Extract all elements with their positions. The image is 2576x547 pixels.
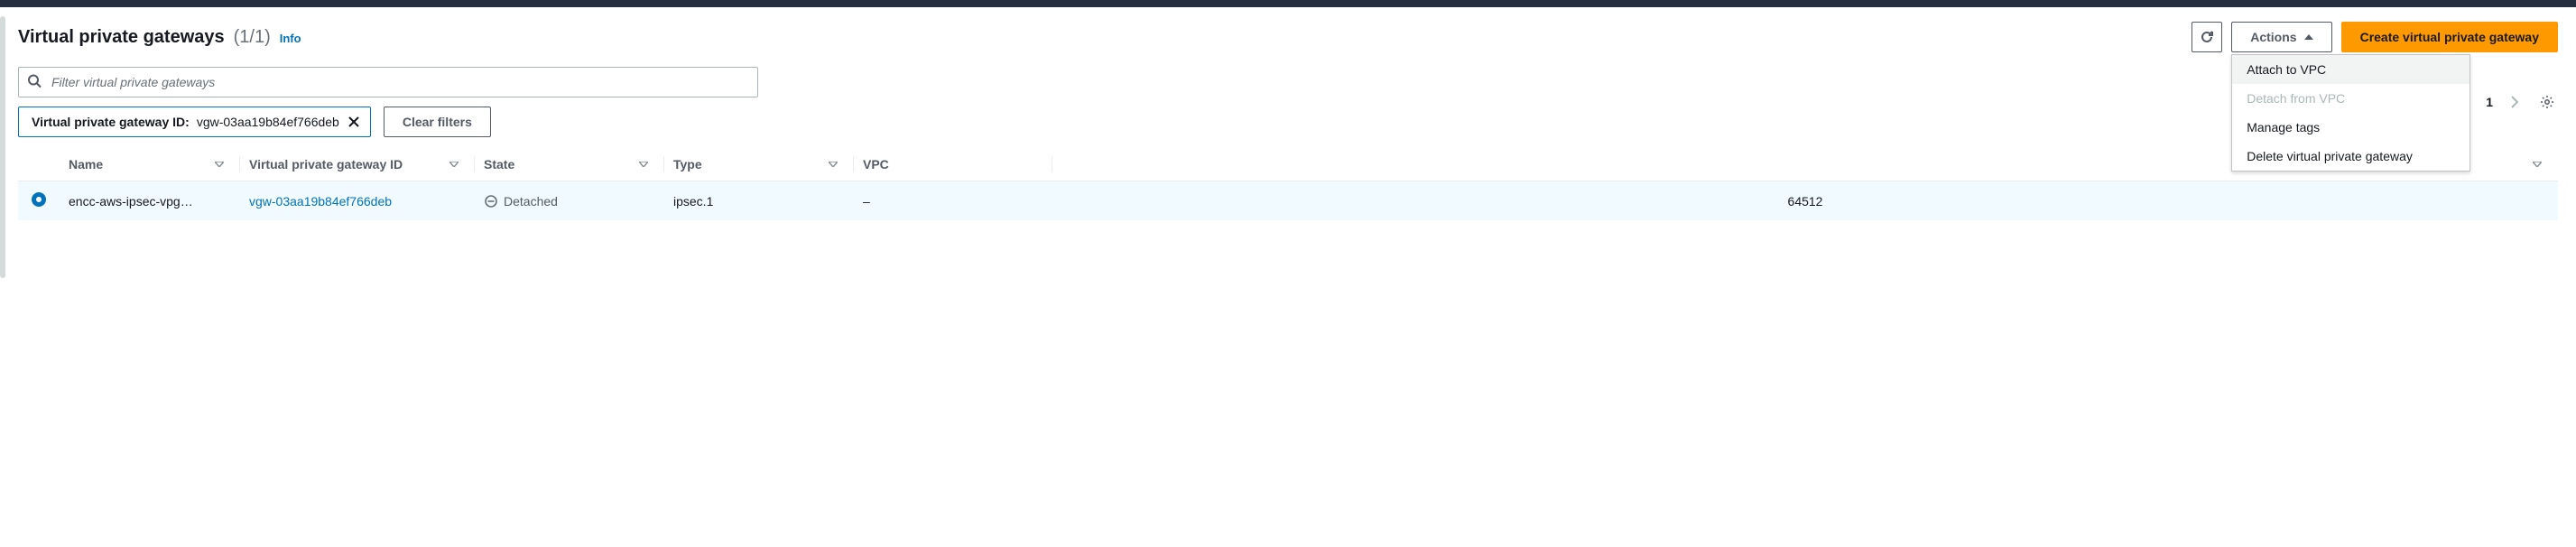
search-input[interactable] — [18, 67, 758, 97]
menu-item-manage-tags[interactable]: Manage tags — [2232, 113, 2469, 142]
radio-selected-icon[interactable] — [32, 192, 46, 207]
cell-name: encc-aws-ipsec-vpg… — [60, 181, 240, 221]
search-icon — [27, 74, 42, 91]
sort-icon — [829, 162, 838, 167]
vgw-table: Name Virtual private gateway ID State — [18, 148, 2558, 221]
create-vgw-button[interactable]: Create virtual private gateway — [2341, 22, 2558, 52]
filter-chip-vgw-id[interactable]: Virtual private gateway ID: vgw-03aa19b8… — [18, 107, 371, 137]
clear-filters-button[interactable]: Clear filters — [384, 107, 491, 137]
column-state[interactable]: State — [475, 148, 664, 181]
menu-item-delete-vgw[interactable]: Delete virtual private gateway — [2232, 142, 2469, 171]
filter-chip-remove[interactable] — [347, 115, 361, 129]
settings-button[interactable] — [2536, 91, 2558, 113]
filter-chip-label: Virtual private gateway ID: — [32, 115, 190, 129]
filters-row: Virtual private gateway ID: vgw-03aa19b8… — [18, 67, 2558, 137]
sort-icon — [639, 162, 648, 167]
close-icon — [348, 116, 359, 127]
column-name[interactable]: Name — [60, 148, 240, 181]
actions-button-label: Actions — [2250, 30, 2296, 44]
cell-vgw-id[interactable]: vgw-03aa19b84ef766deb — [240, 181, 475, 221]
filter-chips: Virtual private gateway ID: vgw-03aa19b8… — [18, 107, 2444, 137]
cell-asn: 64512 — [1052, 181, 2558, 221]
cell-state: Detached — [475, 181, 664, 221]
page-title: Virtual private gateways — [18, 27, 225, 48]
search-wrap — [18, 67, 758, 97]
column-vpc[interactable]: VPC — [854, 148, 1052, 181]
gear-icon — [2540, 95, 2554, 109]
menu-item-detach-from-vpc: Detach from VPC — [2232, 84, 2469, 113]
column-type[interactable]: Type — [664, 148, 854, 181]
refresh-icon — [2200, 30, 2214, 44]
top-nav-bar — [0, 0, 2576, 7]
pagination-current: 1 — [2486, 95, 2493, 109]
row-radio-cell[interactable] — [18, 181, 60, 221]
column-vgw-id[interactable]: Virtual private gateway ID — [240, 148, 475, 181]
info-link[interactable]: Info — [280, 32, 301, 45]
cell-vpc: – — [854, 181, 1052, 221]
pagination-next[interactable] — [2507, 92, 2522, 112]
column-select — [18, 148, 60, 181]
actions-dropdown-menu: Attach to VPC Detach from VPC Manage tag… — [2231, 54, 2470, 172]
chevron-right-icon — [2511, 96, 2518, 108]
sort-icon — [2533, 162, 2542, 167]
table-row[interactable]: encc-aws-ipsec-vpg… vgw-03aa19b84ef766de… — [18, 181, 2558, 221]
page-count: (1/1) — [234, 27, 271, 48]
filters-left: Virtual private gateway ID: vgw-03aa19b8… — [18, 67, 2444, 137]
sort-icon — [215, 162, 224, 167]
menu-item-attach-to-vpc[interactable]: Attach to VPC — [2232, 55, 2469, 84]
refresh-button[interactable] — [2191, 22, 2222, 52]
pagination: 1 — [2457, 91, 2558, 113]
header-actions: Actions Attach to VPC Detach from VPC Ma… — [2191, 22, 2558, 52]
header-title-group: Virtual private gateways (1/1) Info — [18, 27, 301, 48]
scrollbar-stub — [0, 16, 5, 278]
state-detached-icon — [484, 194, 498, 209]
filter-chip-value: vgw-03aa19b84ef766deb — [197, 115, 339, 129]
cell-type: ipsec.1 — [664, 181, 854, 221]
actions-dropdown-container: Actions Attach to VPC Detach from VPC Ma… — [2231, 22, 2331, 52]
page-header: Virtual private gateways (1/1) Info Acti… — [18, 22, 2558, 52]
sort-icon — [449, 162, 459, 167]
caret-up-icon — [2304, 34, 2313, 40]
actions-button[interactable]: Actions — [2231, 22, 2331, 52]
table-header-row: Name Virtual private gateway ID State — [18, 148, 2558, 181]
